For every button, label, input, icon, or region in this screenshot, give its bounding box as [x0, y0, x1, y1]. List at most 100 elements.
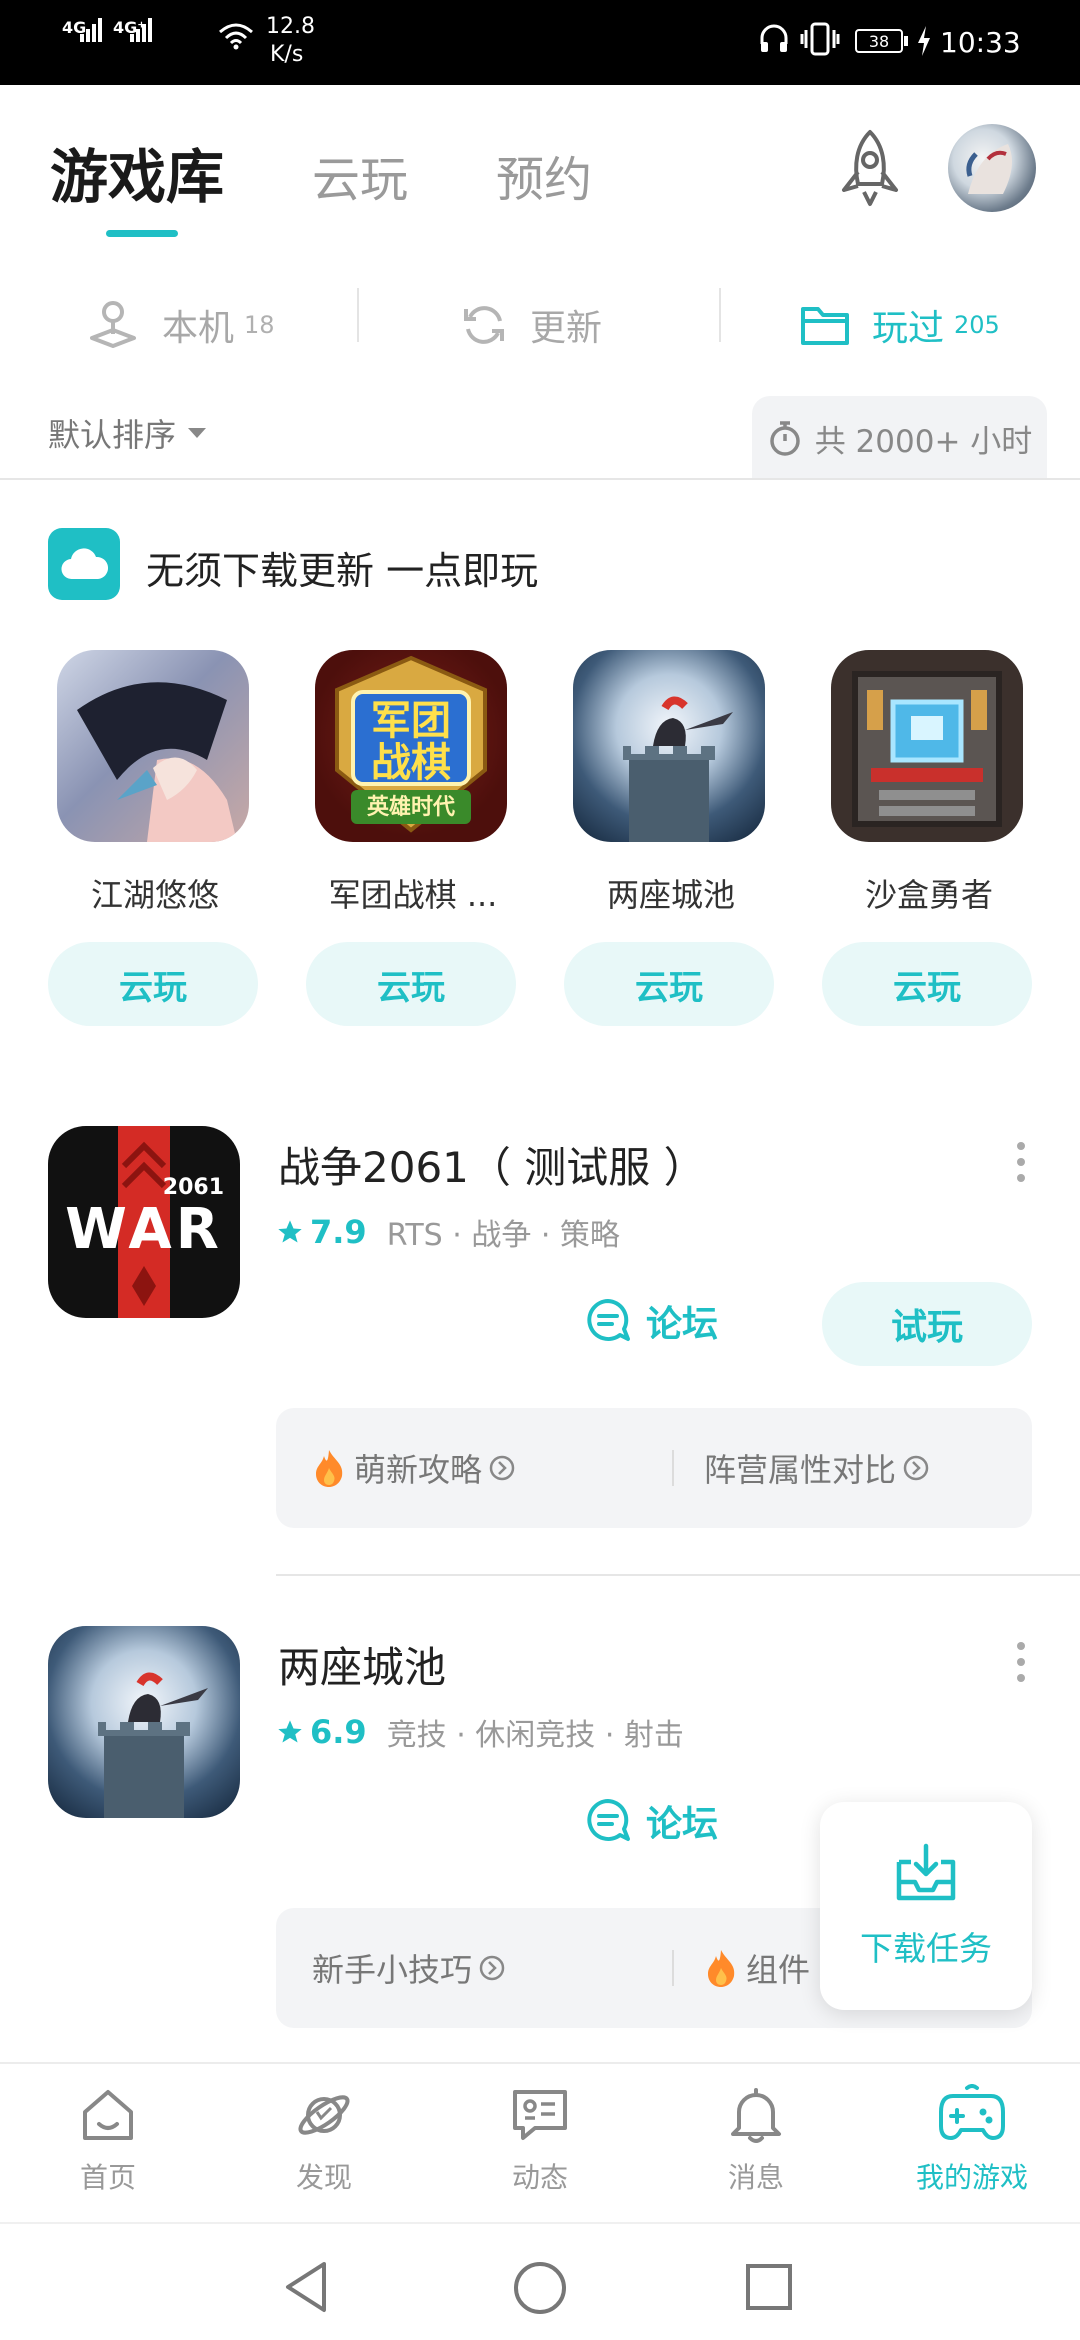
game-icon-jianghu[interactable]: [57, 650, 249, 842]
circle-arrow-icon: [479, 1955, 505, 1981]
game-icon-legion[interactable]: 军团 战棋 英雄时代: [315, 650, 507, 842]
subtab-played[interactable]: 玩过 205: [800, 290, 1000, 360]
forum-label: 论坛: [646, 1304, 719, 1345]
tab-reservation[interactable]: 预约: [496, 140, 592, 210]
circle-arrow-icon: [489, 1455, 515, 1481]
nav-feed[interactable]: 动态: [432, 2084, 648, 2196]
caret-down-icon: [188, 428, 207, 438]
guide-label: 组件: [746, 1951, 811, 1989]
forum-label: 论坛: [646, 1804, 719, 1845]
download-tray-icon: [896, 1843, 956, 1901]
download-task-button[interactable]: 下载任务: [820, 1802, 1032, 2010]
nav-discover[interactable]: 发现: [216, 2084, 432, 2196]
download-task-label: 下载任务: [860, 1929, 992, 1968]
game-tags: 竞技 · 休闲竞技 · 射击: [386, 1718, 684, 1753]
guide-links: 萌新攻略 阵营属性对比: [276, 1408, 1032, 1528]
game-icon-war2061[interactable]: WAR 2061: [48, 1126, 240, 1318]
forum-icon: [587, 1299, 630, 1341]
game-art: [852, 671, 1002, 827]
cloud-play-button-3[interactable]: 云玩: [564, 942, 774, 1026]
rocket-icon[interactable]: [832, 128, 908, 210]
forum-icon: [587, 1799, 630, 1841]
battery-icon: 38: [855, 29, 903, 53]
stopwatch-icon: [769, 421, 800, 456]
game-title[interactable]: 战争2061（ 测试服 ）: [278, 1134, 706, 1195]
trial-play-button[interactable]: 试玩: [822, 1282, 1032, 1366]
user-avatar[interactable]: [948, 124, 1036, 212]
game-rating: 6.9 竞技 · 休闲竞技 · 射击: [276, 1710, 684, 1754]
game-icon-sandbox-hero[interactable]: [831, 650, 1023, 842]
legion-badge-line-2: 战棋: [371, 740, 451, 786]
sort-dropdown[interactable]: 默认排序: [48, 410, 208, 456]
subtab-update[interactable]: 更新: [460, 290, 602, 360]
battery-tip: [904, 36, 908, 46]
subtab-divider: [719, 288, 721, 342]
charging-icon: [918, 26, 930, 56]
nav-home-label: 首页: [79, 2161, 136, 2194]
guide-link-components[interactable]: 组件: [704, 1908, 810, 2028]
game-title[interactable]: 两座城池: [278, 1634, 446, 1695]
guide-link-tips[interactable]: 新手小技巧: [312, 1908, 506, 2028]
more-options-button[interactable]: [1011, 1142, 1031, 1182]
star-icon: [278, 1720, 302, 1743]
status-bar: 4G 4G⁺ 12.8 K/s 38 10:33: [0, 0, 1080, 85]
game-icon-two-cities[interactable]: [573, 650, 765, 842]
gamepad-icon: [939, 2084, 1005, 2140]
back-icon[interactable]: [282, 2260, 332, 2314]
fire-icon: [708, 1950, 735, 1987]
tab-cloud-play[interactable]: 云玩: [312, 140, 408, 210]
nav-home[interactable]: 首页: [0, 2084, 216, 2196]
recents-icon[interactable]: [744, 2262, 794, 2312]
subtab-divider: [357, 288, 359, 342]
guide-label: 阵营属性对比: [704, 1451, 897, 1489]
home-icon: [83, 2090, 133, 2140]
cloud-icon: [61, 548, 108, 580]
forum-link[interactable]: 论坛: [584, 1295, 718, 1347]
cloud-game-name-1: 江湖悠悠: [90, 876, 219, 914]
sort-label: 默认排序: [48, 416, 177, 454]
planet-icon: [298, 2095, 350, 2135]
game-rating: 7.9 RTS · 战争 · 策略: [276, 1210, 620, 1254]
nav-messages[interactable]: 消息: [648, 2084, 864, 2196]
tab-game-library[interactable]: 游戏库: [50, 130, 224, 214]
cloud-game-name-2: 军团战棋 ...: [328, 876, 498, 914]
avatar-figure: [966, 144, 1012, 194]
circle-arrow-icon: [903, 1455, 929, 1481]
signal-icon-2: [130, 18, 152, 42]
headphones-icon: [760, 24, 788, 52]
cloud-play-button-2[interactable]: 云玩: [306, 942, 516, 1026]
game-art: [623, 696, 733, 842]
more-options-button[interactable]: [1011, 1642, 1031, 1682]
cloud-game-name-4: 沙盒勇者: [864, 876, 993, 914]
game-icon-two-cities[interactable]: [48, 1626, 240, 1818]
network-speed-value: 12.8: [266, 14, 315, 39]
game-tags: RTS · 战争 · 策略: [386, 1218, 620, 1253]
home-circle-icon[interactable]: [512, 2260, 568, 2316]
nav-my-games[interactable]: 我的游戏: [864, 2084, 1080, 2196]
game-art: 军团 战棋 英雄时代: [335, 655, 487, 833]
subtab-local-count: 18: [244, 311, 275, 339]
forum-link[interactable]: 论坛: [584, 1795, 718, 1847]
cloud-section-title: 无须下载更新 一点即玩: [146, 549, 539, 593]
cloud-play-button-4[interactable]: 云玩: [822, 942, 1032, 1026]
guide-link-beginner[interactable]: 萌新攻略: [312, 1408, 516, 1528]
game-art: WAR 2061: [65, 1126, 224, 1318]
subtab-played-label: 玩过: [872, 308, 945, 349]
fire-icon: [316, 1450, 343, 1487]
star-icon: [278, 1220, 302, 1243]
joystick-icon: [90, 301, 136, 348]
subtab-local-label: 本机: [162, 308, 235, 349]
subtab-local[interactable]: 本机 18: [86, 290, 275, 360]
rating-score: 6.9: [310, 1713, 367, 1751]
cloud-game-name-3: 两座城池: [606, 876, 735, 914]
bell-icon: [731, 2088, 781, 2143]
nav-feed-label: 动态: [511, 2161, 568, 2194]
cloud-play-button-1[interactable]: 云玩: [48, 942, 258, 1026]
guide-link-faction[interactable]: 阵营属性对比: [704, 1408, 930, 1528]
game-art: [77, 682, 237, 842]
guide-label: 新手小技巧: [312, 1951, 473, 1989]
war-logo-year: 2061: [163, 1175, 224, 1200]
nav-messages-label: 消息: [727, 2161, 784, 2194]
legion-badge-line-1: 军团: [371, 698, 451, 744]
section-divider: [0, 478, 1080, 480]
